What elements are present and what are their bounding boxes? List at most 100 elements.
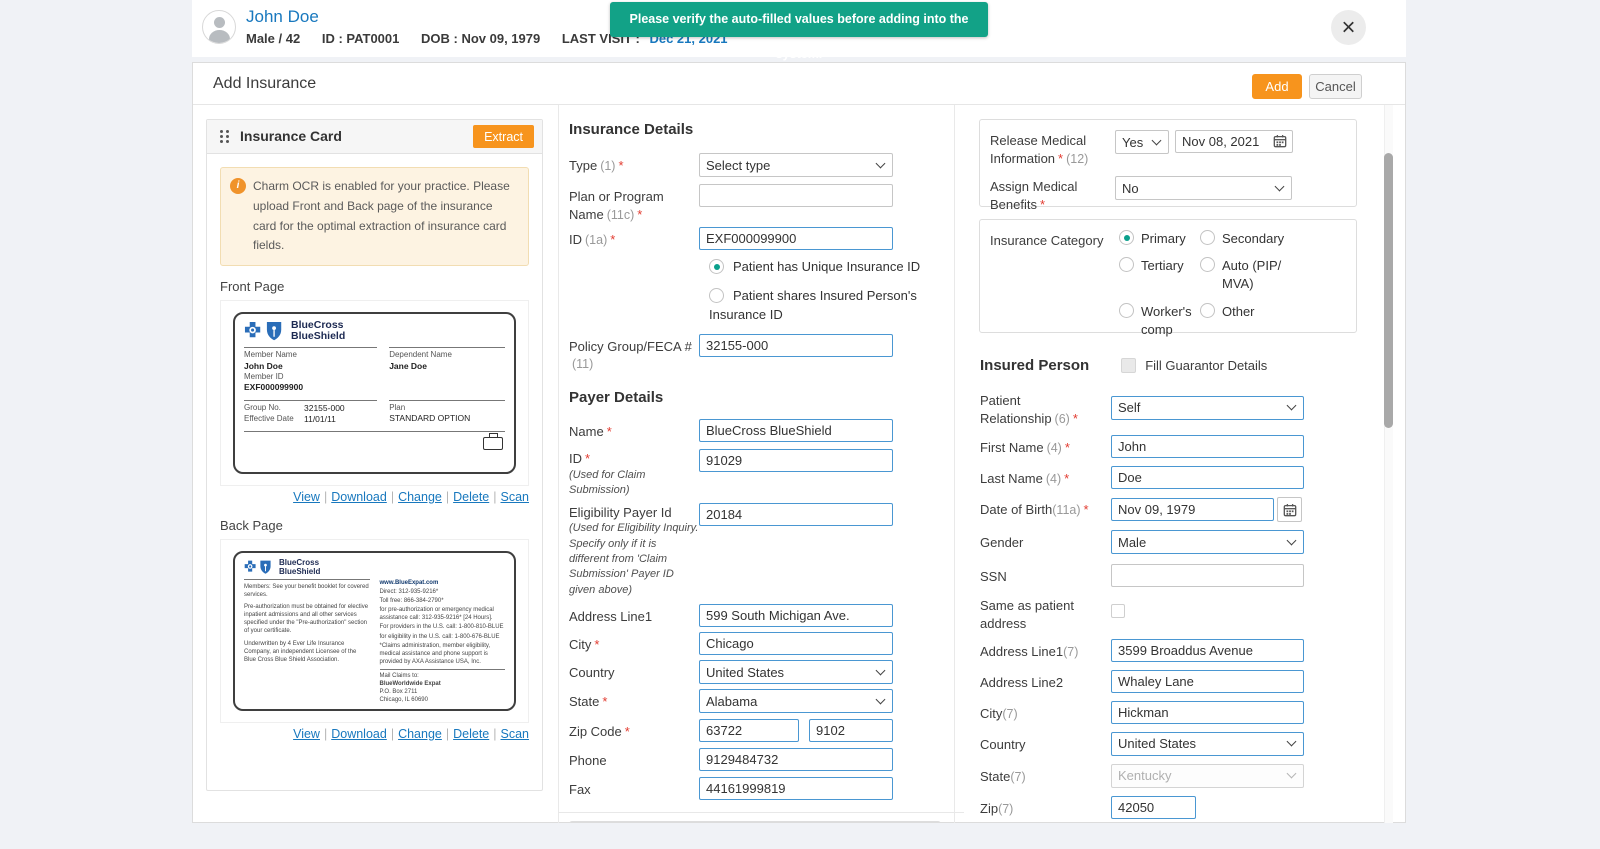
change-link[interactable]: Change bbox=[398, 490, 442, 504]
view-link[interactable]: View bbox=[293, 727, 320, 741]
insured-zip-label: Zip(7) bbox=[961, 796, 1111, 819]
toast-notification: Please verify the auto-filled values bef… bbox=[610, 2, 988, 37]
download-link[interactable]: Download bbox=[331, 490, 387, 504]
briefcase-icon bbox=[483, 437, 503, 450]
insurance-id-input[interactable] bbox=[699, 227, 893, 250]
patient-name-link[interactable]: John Doe bbox=[246, 7, 319, 27]
payer-city-input[interactable] bbox=[699, 632, 893, 655]
shared-id-radio-label: Patient shares Insured Person's Insuranc… bbox=[709, 288, 917, 323]
chevron-down-icon bbox=[876, 694, 886, 704]
chevron-down-icon bbox=[1287, 769, 1297, 779]
close-icon[interactable]: × bbox=[1331, 10, 1366, 45]
cancel-button[interactable]: Cancel bbox=[1309, 74, 1362, 99]
category-auto-option[interactable]: Auto (PIP/ MVA) bbox=[1200, 257, 1292, 293]
auto-radio[interactable] bbox=[1200, 257, 1215, 272]
drag-handle-icon[interactable] bbox=[220, 130, 230, 146]
brand-line2: BlueShield bbox=[291, 331, 345, 342]
scrollbar-thumb[interactable] bbox=[1384, 153, 1393, 428]
plan-name-input[interactable] bbox=[699, 184, 893, 207]
insurance-category-box: Insurance Category Primary Secondary Ter… bbox=[979, 219, 1357, 333]
insured-address1-input[interactable] bbox=[1111, 639, 1304, 662]
back-card-left-text: Members: See your benefit booklet for co… bbox=[244, 579, 370, 704]
gender-label: Gender bbox=[961, 530, 1111, 554]
download-link[interactable]: Download bbox=[331, 727, 387, 741]
payer-address1-input[interactable] bbox=[699, 604, 893, 627]
primary-radio[interactable] bbox=[1119, 230, 1134, 245]
category-tertiary-option[interactable]: Tertiary bbox=[1119, 257, 1200, 293]
mail-claims-block: Mail Claims to: BlueWorldwide Expat P.O.… bbox=[380, 669, 506, 704]
assign-benefits-select[interactable]: No bbox=[1115, 176, 1292, 200]
type-select[interactable]: Select type bbox=[699, 153, 893, 177]
payer-zip-label: Zip Code* bbox=[569, 719, 699, 742]
patient-relationship-label: Patient Relationship(6)* bbox=[961, 388, 1111, 427]
shared-id-radio[interactable] bbox=[709, 288, 724, 303]
insured-country-label: Country bbox=[961, 732, 1111, 756]
same-address-checkbox[interactable] bbox=[1111, 604, 1125, 618]
eligibility-payer-id-input[interactable] bbox=[699, 503, 893, 526]
add-button[interactable]: Add bbox=[1252, 74, 1302, 99]
other-radio[interactable] bbox=[1200, 303, 1215, 318]
category-primary-option[interactable]: Primary bbox=[1119, 230, 1200, 248]
insured-address2-label: Address Line2 bbox=[961, 670, 1111, 693]
unique-id-radio-option[interactable]: Patient has Unique Insurance ID bbox=[709, 257, 924, 277]
tertiary-radio[interactable] bbox=[1119, 257, 1134, 272]
last-name-input[interactable] bbox=[1111, 466, 1304, 489]
payer-id-label: ID*(Used for Claim Submission) bbox=[569, 449, 699, 498]
insured-country-select[interactable]: United States bbox=[1111, 732, 1304, 756]
scan-link[interactable]: Scan bbox=[501, 490, 530, 504]
payer-country-select[interactable]: United States bbox=[699, 660, 893, 684]
chevron-down-icon bbox=[1287, 401, 1297, 411]
insured-city-input[interactable] bbox=[1111, 701, 1304, 724]
fill-guarantor-checkbox[interactable] bbox=[1121, 358, 1136, 373]
first-name-label: First Name(4)* bbox=[961, 435, 1111, 458]
workers-comp-radio[interactable] bbox=[1119, 303, 1134, 318]
effective-date-value: 11/01/11 bbox=[304, 414, 336, 425]
secondary-radio[interactable] bbox=[1200, 230, 1215, 245]
ssn-input[interactable] bbox=[1111, 564, 1304, 587]
ssn-label: SSN bbox=[961, 564, 1111, 587]
effective-date-label: Effective Date bbox=[244, 414, 296, 425]
insured-state-label: State(7) bbox=[961, 764, 1111, 788]
payer-zip-input[interactable] bbox=[699, 719, 799, 742]
insurance-card-front-image: BlueCross BlueShield Member Name John Do… bbox=[220, 300, 529, 486]
gender-select[interactable]: Male bbox=[1111, 530, 1304, 554]
patient-dob: DOB : Nov 09, 1979 bbox=[421, 31, 540, 46]
payer-name-input[interactable] bbox=[699, 419, 893, 442]
category-secondary-option[interactable]: Secondary bbox=[1200, 230, 1292, 248]
member-id-label: Member ID bbox=[244, 372, 377, 382]
category-other-option[interactable]: Other bbox=[1200, 303, 1292, 339]
shared-id-radio-option[interactable]: Patient shares Insured Person's Insuranc… bbox=[709, 286, 924, 325]
release-medical-info-select[interactable]: Yes bbox=[1115, 130, 1169, 154]
payer-name-label: Name* bbox=[569, 419, 699, 442]
unique-id-radio[interactable] bbox=[709, 259, 724, 274]
patient-relationship-select[interactable]: Self bbox=[1111, 396, 1304, 420]
back-card-right-text: www.BlueExpat.com Direct: 312-935-9216* … bbox=[380, 579, 506, 704]
payer-zip-ext-input[interactable] bbox=[809, 719, 893, 742]
patients-condition-section: Patient's Condition Related to(10) bbox=[569, 821, 941, 823]
payer-country-label: Country bbox=[569, 660, 699, 684]
payer-phone-input[interactable] bbox=[699, 748, 893, 771]
extract-button[interactable]: Extract bbox=[473, 125, 534, 148]
payer-fax-input[interactable] bbox=[699, 777, 893, 800]
category-workers-comp-option[interactable]: Worker's comp bbox=[1119, 303, 1197, 339]
insured-address1-label: Address Line1(7) bbox=[961, 639, 1111, 662]
payer-phone-label: Phone bbox=[569, 748, 699, 771]
calendar-icon[interactable] bbox=[1277, 497, 1302, 522]
insured-address2-input[interactable] bbox=[1111, 670, 1304, 693]
payer-state-label: State* bbox=[569, 689, 699, 713]
calendar-icon[interactable] bbox=[1273, 134, 1287, 153]
change-link[interactable]: Change bbox=[398, 727, 442, 741]
view-link[interactable]: View bbox=[293, 490, 320, 504]
delete-link[interactable]: Delete bbox=[453, 490, 489, 504]
payer-state-select[interactable]: Alabama bbox=[699, 689, 893, 713]
payer-id-input[interactable] bbox=[699, 449, 893, 472]
separator: | bbox=[446, 727, 449, 741]
insured-zip-input[interactable] bbox=[1111, 796, 1196, 819]
first-name-input[interactable] bbox=[1111, 435, 1304, 458]
back-card-actions: View|Download|Change|Delete|Scan bbox=[207, 727, 529, 741]
dob-input[interactable] bbox=[1111, 498, 1274, 521]
policy-group-input[interactable] bbox=[699, 334, 893, 357]
scan-link[interactable]: Scan bbox=[501, 727, 530, 741]
dependent-name-label: Dependent Name bbox=[389, 350, 505, 360]
delete-link[interactable]: Delete bbox=[453, 727, 489, 741]
